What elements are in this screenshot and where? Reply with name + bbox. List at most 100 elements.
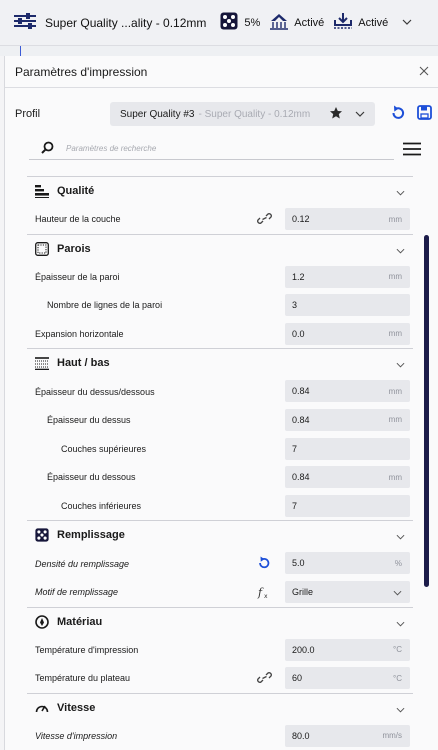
setting-label: Nombre de lignes de la paroi — [47, 300, 163, 311]
setting-input[interactable]: 0.84 mm — [285, 466, 410, 489]
setting-row: Nombre de lignes de la paroi 3 — [27, 291, 413, 320]
setting-value: 0.84 — [292, 472, 310, 483]
print-settings-header[interactable]: Super Quality ...ality - 0.12mm 5% Activ… — [0, 0, 438, 46]
setting-row: Expansion horizontale 0.0 mm — [27, 320, 413, 349]
setting-value: 200.0 — [292, 644, 315, 655]
setting-input[interactable]: 60 °C — [285, 667, 410, 690]
setting-input[interactable]: 0.84 mm — [285, 380, 410, 403]
setting-label: Épaisseur du dessus/dessous — [35, 386, 155, 397]
setting-input[interactable]: 3 — [285, 294, 410, 317]
settings-search[interactable]: Paramètres de recherche — [29, 138, 394, 160]
setting-input[interactable]: 1.2 mm — [285, 265, 410, 288]
support-status: Activé — [294, 16, 325, 29]
menu-icon[interactable] — [403, 142, 421, 159]
infill-value: 5% — [244, 16, 261, 29]
profile-name: Super Quality #3 — [120, 108, 195, 120]
walls-icon — [35, 241, 49, 256]
setting-row: Épaisseur du dessus/dessous 0.84 mm — [27, 377, 413, 406]
category-title: Matériau — [57, 615, 103, 628]
chevron-down-icon[interactable] — [355, 109, 365, 120]
setting-row: Température d'impression 200.0 °C — [27, 636, 413, 665]
setting-label: Expansion horizontale — [35, 329, 124, 340]
setting-input[interactable]: 5.0% — [285, 552, 410, 575]
setting-row: Épaisseur du dessous 0.84 mm — [27, 463, 413, 492]
panel-title-bar: Paramètres d'impression — [5, 56, 438, 88]
link-icon[interactable] — [257, 212, 272, 227]
setting-label: Épaisseur du dessus — [47, 415, 131, 426]
setting-value: 7 — [292, 500, 298, 511]
setting-unit: mm — [388, 272, 402, 282]
link-icon[interactable] — [257, 671, 272, 686]
profile-row: Profil Super Quality #3 - Super Quality … — [5, 100, 438, 128]
search-icon — [41, 141, 54, 157]
profile-summary: Super Quality ...ality - 0.12mm — [45, 15, 207, 30]
category-title: Parois — [57, 242, 91, 255]
infill-icon — [35, 528, 49, 542]
setting-input[interactable]: 80.0 mm/s — [285, 724, 410, 747]
settings-sliders-icon — [14, 13, 36, 32]
reset-icon[interactable] — [257, 556, 271, 572]
svg-text:f: f — [257, 586, 264, 599]
save-icon[interactable] — [417, 105, 432, 123]
reset-icon[interactable] — [390, 105, 406, 124]
setting-input[interactable]: 0.12 mm — [285, 208, 410, 230]
chevron-down-icon[interactable] — [402, 17, 412, 28]
quality-icon — [35, 184, 49, 198]
chevron-down-icon[interactable] — [396, 704, 405, 716]
setting-unit: °C — [393, 645, 402, 655]
svg-text:x: x — [264, 593, 268, 599]
setting-label: Vitesse d'impression — [35, 731, 118, 742]
profile-detail: - Super Quality - 0.12mm — [198, 108, 311, 120]
category-header[interactable]: Qualité — [27, 176, 413, 205]
profile-select[interactable]: Super Quality #3 - Super Quality - 0.12m… — [110, 102, 375, 126]
setting-input[interactable]: 7 — [285, 494, 410, 517]
setting-value: Grille — [292, 586, 314, 597]
panel-title: Paramètres d'impression — [15, 64, 148, 79]
setting-unit: % — [394, 558, 402, 568]
setting-row: Densité du remplissage 5.0% — [27, 549, 413, 578]
setting-value: 0.0 — [292, 328, 305, 339]
setting-input[interactable]: 200.0 °C — [285, 638, 410, 661]
setting-value: 5.0 — [292, 558, 305, 569]
category-header[interactable]: Vitesse — [27, 692, 413, 722]
setting-unit: mm/s — [382, 731, 402, 741]
setting-unit: mm — [388, 472, 402, 482]
star-icon[interactable] — [329, 106, 343, 123]
setting-unit: mm — [388, 214, 402, 224]
chevron-down-icon[interactable] — [396, 245, 405, 257]
category-header[interactable]: Haut / bas — [27, 348, 413, 378]
function-icon[interactable]: fx — [257, 585, 271, 601]
category-header[interactable]: Matériau — [27, 606, 413, 636]
setting-unit: mm — [388, 415, 402, 425]
category-title: Qualité — [57, 185, 95, 197]
chevron-down-icon[interactable] — [396, 359, 405, 371]
close-icon[interactable] — [418, 65, 430, 77]
top-bottom-icon — [35, 356, 49, 370]
adhesion-icon — [333, 12, 353, 33]
setting-label: Température d'impression — [35, 644, 139, 655]
header-strip — [0, 46, 438, 56]
category-header[interactable]: Parois — [27, 233, 413, 263]
setting-row: Vitesse d'impression 80.0 mm/s — [27, 722, 413, 750]
search-input[interactable]: Paramètres de recherche — [66, 144, 156, 153]
setting-input[interactable]: 0.84 mm — [285, 408, 410, 431]
chevron-down-icon[interactable] — [396, 531, 405, 543]
chevron-down-icon[interactable] — [396, 618, 405, 630]
setting-unit: mm — [388, 329, 402, 339]
setting-input[interactable]: 0.0 mm — [285, 322, 410, 345]
setting-label: Couches supérieures — [61, 443, 147, 454]
settings-list: Qualité Hauteur de la couche 0.12 mm Parois É… — [27, 176, 413, 750]
category-header[interactable]: Remplissage — [27, 520, 413, 550]
setting-dropdown[interactable]: Grille — [285, 580, 410, 603]
setting-label: Densité du remplissage — [35, 558, 130, 569]
chevron-down-icon[interactable] — [396, 187, 405, 199]
support-icon — [269, 12, 289, 33]
scrollbar[interactable] — [424, 235, 429, 587]
setting-label: Couches inférieures — [61, 501, 142, 512]
setting-row: Température du plateau 60 °C — [27, 664, 413, 693]
setting-row: Hauteur de la couche 0.12 mm — [27, 205, 413, 234]
setting-label: Épaisseur du dessous — [47, 472, 136, 483]
setting-label: Température du plateau — [35, 673, 131, 684]
setting-input[interactable]: 7 — [285, 437, 410, 460]
material-icon — [35, 614, 49, 629]
